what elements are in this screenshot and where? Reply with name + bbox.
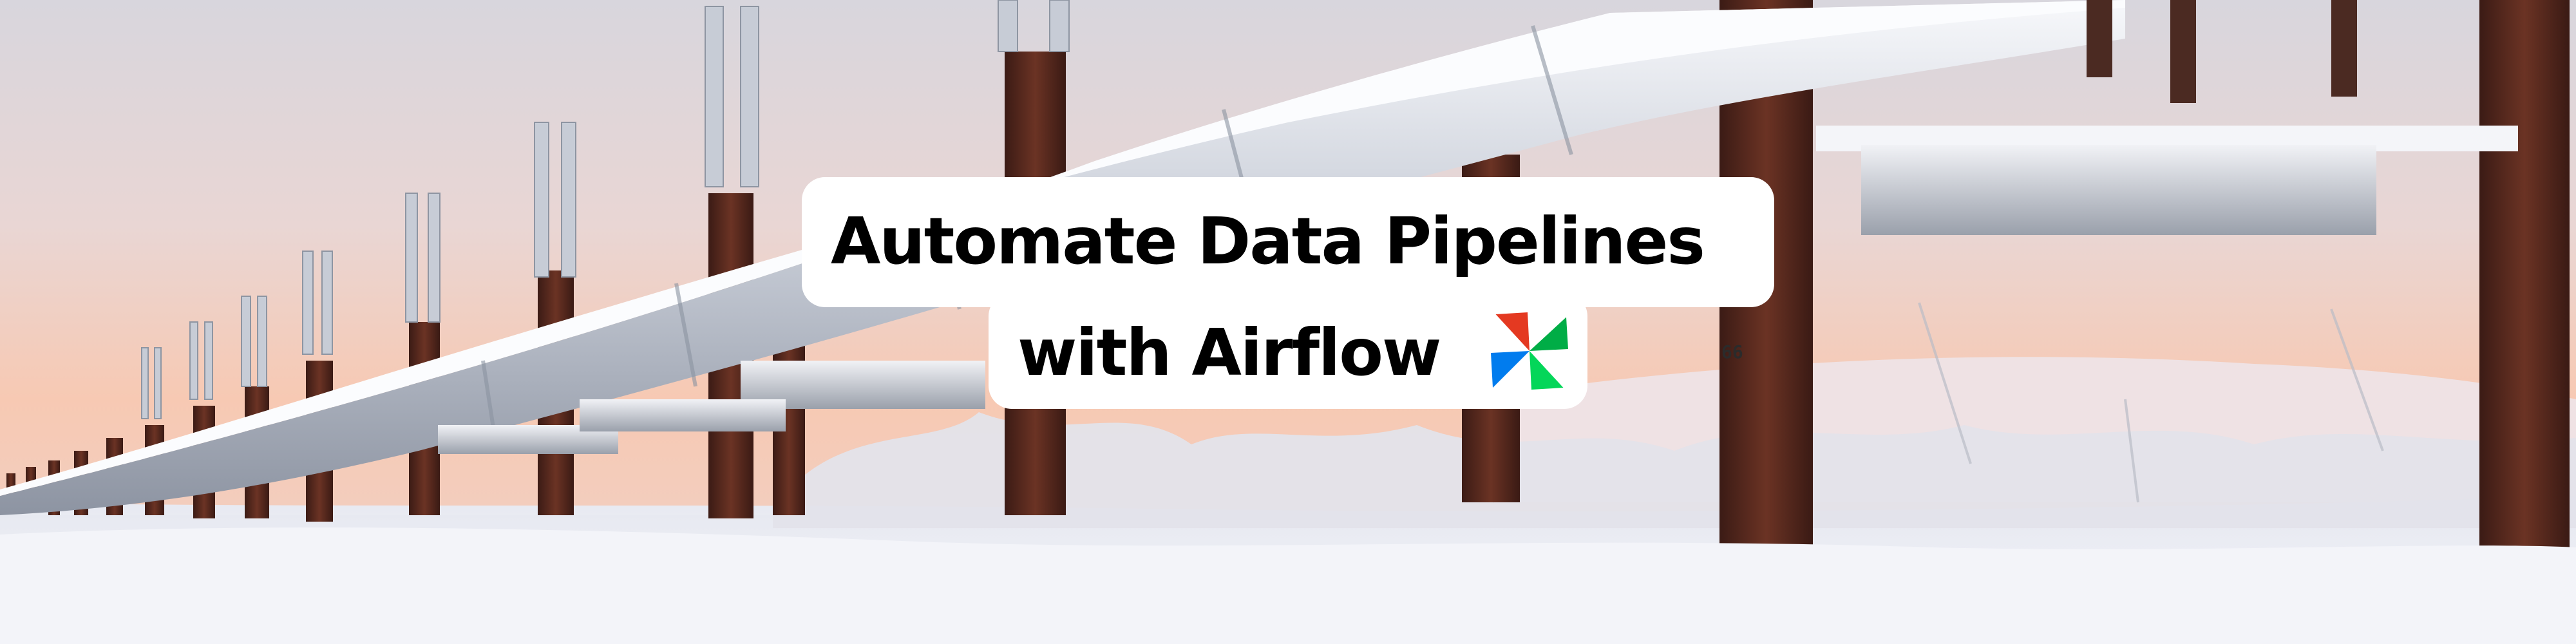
pipe-marker-label: 66: [1721, 341, 1743, 363]
banner-scene: 66 Automate Data Pipelines with Airflow: [0, 0, 2576, 644]
pipeline-snow-photo: [0, 0, 2576, 644]
